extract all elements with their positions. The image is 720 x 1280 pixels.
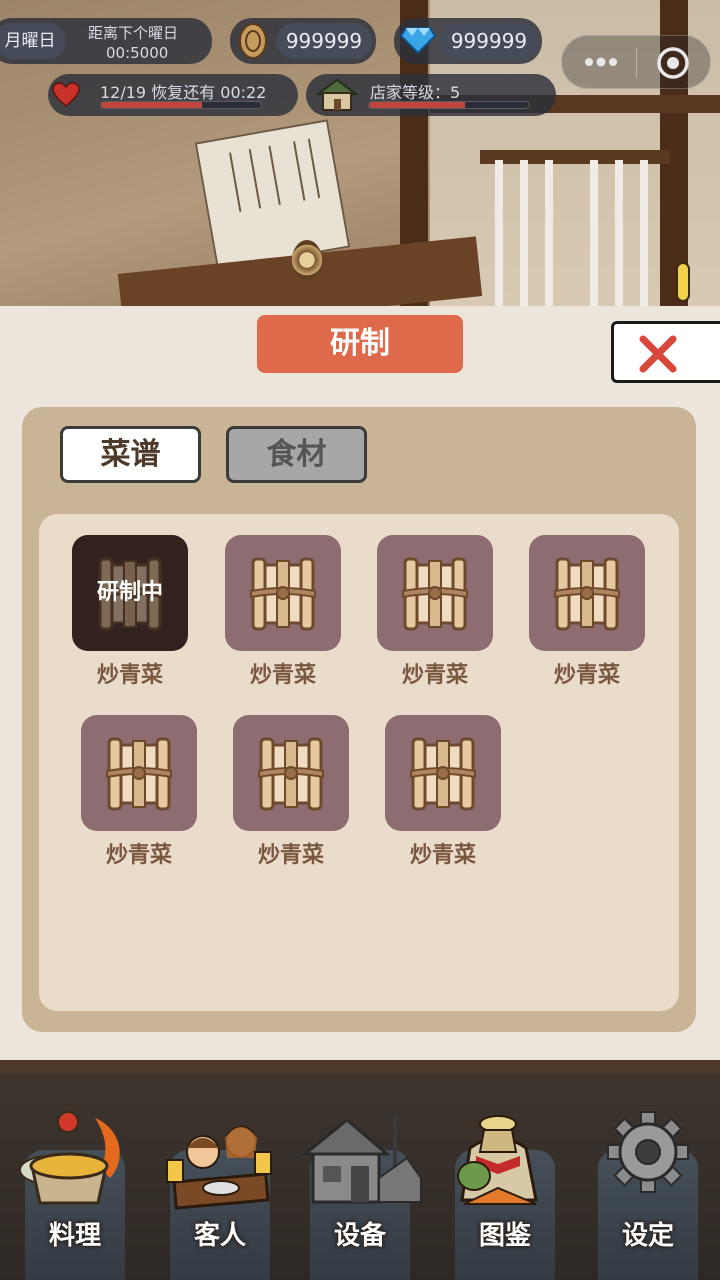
scroll-icon bbox=[249, 557, 317, 631]
nav-collection[interactable]: 图鉴 bbox=[455, 1115, 555, 1280]
shop-scene: 月曜日 距离下个曜日 00:5000 999999 999999 12/19 恢… bbox=[0, 0, 720, 306]
scroll-icon bbox=[401, 557, 469, 631]
weekday-label: 月曜日 bbox=[0, 23, 66, 59]
recipe-name: 炒青菜 bbox=[553, 663, 620, 688]
nav-cooking[interactable]: 料理 bbox=[19, 1111, 125, 1280]
coin-amount: 999999 bbox=[276, 23, 372, 59]
recipe-name: 炒青菜 bbox=[105, 843, 172, 868]
recipe-tile bbox=[81, 715, 197, 831]
house-icon bbox=[314, 78, 360, 116]
shop-level-bar bbox=[368, 101, 530, 109]
customers-icon bbox=[155, 1108, 285, 1218]
research-panel: 菜谱 食材 研制中 炒青菜 炒青菜 炒青菜 炒青菜 炒青菜 炒青菜 炒青菜 bbox=[22, 407, 696, 1032]
recipe-item[interactable]: 炒青菜 bbox=[225, 535, 341, 689]
cooking-pot-icon bbox=[10, 1108, 140, 1218]
recipe-name: 炒青菜 bbox=[409, 843, 476, 868]
tab-ingredients[interactable]: 食材 bbox=[226, 426, 367, 483]
recipe-item[interactable]: 炒青菜 bbox=[529, 535, 645, 689]
more-dots-icon[interactable] bbox=[581, 50, 621, 78]
railing-bar bbox=[590, 160, 598, 306]
scroll-icon bbox=[105, 737, 173, 811]
nav-settings[interactable]: 设定 bbox=[598, 1111, 698, 1280]
gear-icon bbox=[583, 1108, 713, 1218]
diamond-icon bbox=[399, 26, 437, 58]
research-dialog: 研制 菜谱 食材 研制中 炒青菜 炒青菜 炒青菜 炒青菜 炒青菜 炒青菜 炒青菜 bbox=[0, 306, 720, 1060]
recipe-item[interactable]: 炒青菜 bbox=[385, 715, 501, 869]
recipe-tile bbox=[377, 535, 493, 651]
heart-icon bbox=[52, 82, 80, 112]
recipe-tile bbox=[233, 715, 349, 831]
recipe-tile: 研制中 bbox=[72, 535, 188, 651]
railing-bar bbox=[520, 160, 528, 306]
recipe-item[interactable]: 炒青菜 bbox=[81, 715, 197, 869]
recipe-tile bbox=[529, 535, 645, 651]
recipe-name: 炒青菜 bbox=[96, 663, 163, 688]
researching-badge: 研制中 bbox=[72, 535, 188, 651]
nav-edge bbox=[0, 1060, 720, 1070]
nav-label: 客人 bbox=[193, 1221, 246, 1251]
recipe-item[interactable]: 研制中 炒青菜 bbox=[72, 535, 188, 689]
stamina-bar bbox=[100, 101, 262, 109]
scroll-icon bbox=[409, 737, 477, 811]
railing-bar bbox=[495, 160, 503, 306]
close-button[interactable] bbox=[611, 321, 720, 383]
nav-label: 设定 bbox=[621, 1221, 674, 1251]
stamina-bar-fill bbox=[101, 102, 202, 108]
recipe-tile bbox=[385, 715, 501, 831]
recipe-item[interactable]: 炒青菜 bbox=[233, 715, 349, 869]
recipe-name: 炒青菜 bbox=[257, 843, 324, 868]
nav-label: 料理 bbox=[48, 1221, 101, 1251]
railing-bar bbox=[545, 160, 553, 306]
nav-customers[interactable]: 客人 bbox=[166, 1118, 272, 1280]
stamina-text: 12/19 恢复还有 00:22 bbox=[100, 83, 267, 102]
coin-icon bbox=[238, 22, 268, 64]
nav-label: 图鉴 bbox=[478, 1221, 531, 1251]
next-day-timer: 00:5000 bbox=[106, 44, 169, 62]
scroll-icon bbox=[257, 737, 325, 811]
wall-notice bbox=[194, 119, 351, 271]
recipe-item[interactable]: 炒青菜 bbox=[377, 535, 493, 689]
recipe-grid: 研制中 炒青菜 炒青菜 炒青菜 炒青菜 炒青菜 炒青菜 炒青菜 bbox=[39, 514, 679, 1011]
scroll-icon bbox=[553, 557, 621, 631]
close-icon bbox=[639, 335, 677, 373]
nav-label: 设备 bbox=[333, 1221, 386, 1251]
recipe-name: 炒青菜 bbox=[401, 663, 468, 688]
recipe-name: 炒青菜 bbox=[249, 663, 316, 688]
bottom-nav: 料理 客人 设备 图鉴 设定 bbox=[0, 1060, 720, 1280]
railing-bar bbox=[640, 160, 648, 306]
target-circle-icon[interactable] bbox=[655, 45, 691, 85]
shop-level-text: 店家等级：5 bbox=[370, 83, 461, 102]
gem-amount: 999999 bbox=[440, 23, 538, 59]
exclamation-icon[interactable] bbox=[676, 262, 690, 302]
shop-building-icon bbox=[295, 1108, 425, 1218]
railing-bar bbox=[615, 160, 623, 306]
nav-equipment[interactable]: 设备 bbox=[300, 1116, 422, 1280]
coin-pile-icon[interactable] bbox=[292, 240, 322, 280]
collection-bag-icon bbox=[440, 1108, 570, 1218]
next-day-label: 距离下个曜日 bbox=[88, 24, 179, 42]
dialog-title: 研制 bbox=[257, 315, 463, 373]
recipe-tile bbox=[225, 535, 341, 651]
tab-recipes[interactable]: 菜谱 bbox=[60, 426, 201, 483]
shop-level-bar-fill bbox=[369, 102, 465, 108]
